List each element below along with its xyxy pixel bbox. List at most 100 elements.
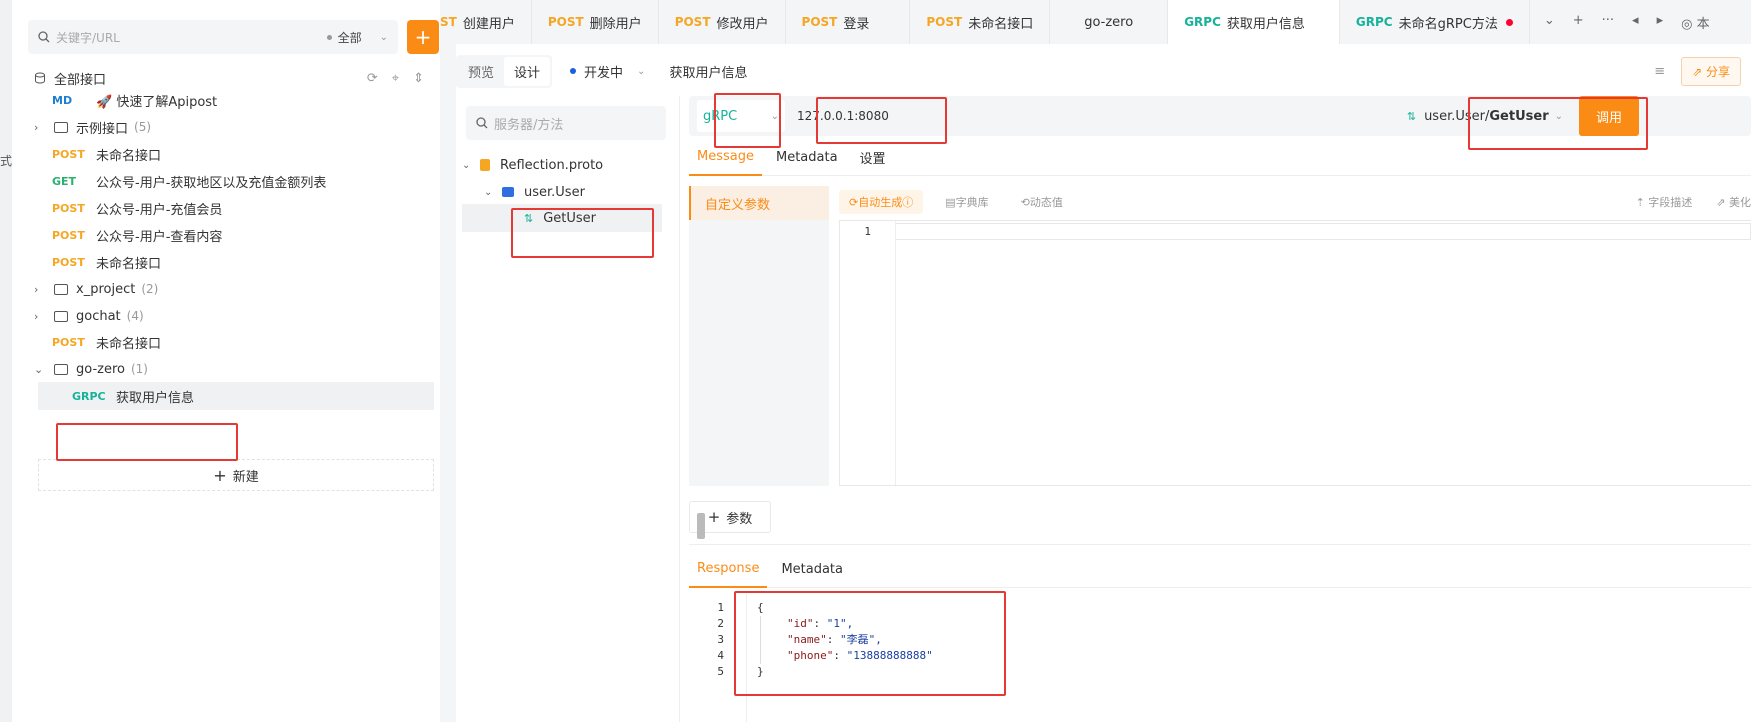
invoke-button[interactable]: 调用	[1579, 96, 1639, 136]
field-desc-button[interactable]: ⇡ 字段描述	[1636, 194, 1693, 210]
json-value: "1",	[826, 617, 854, 630]
scope-label: 全部	[337, 30, 362, 45]
tree-item[interactable]: POST 未命名接口	[52, 248, 466, 276]
tree-actions: ⟳ ⌖ ⇕	[367, 71, 430, 86]
method-badge: GRPC	[72, 389, 106, 403]
tree-item-grpc-selected[interactable]: GRPC 获取用户信息	[38, 382, 434, 410]
tree-item-md[interactable]: MD 🚀 快速了解Apipost	[52, 86, 466, 114]
search-icon	[476, 117, 488, 129]
tree-item-label: 公众号-用户-查看内容	[96, 229, 223, 245]
add-button[interactable]: +	[407, 20, 439, 54]
json-line: "name": "李磊",	[760, 632, 933, 648]
folder-icon	[54, 121, 68, 133]
tab[interactable]: POST 未命名接口	[910, 0, 1051, 44]
new-item-button[interactable]: + 新建	[38, 459, 434, 491]
tab-next-icon[interactable]: ▸	[1657, 13, 1664, 32]
tree-item[interactable]: POST 未命名接口	[52, 328, 466, 356]
status-select[interactable]: 开发中 ⌄	[570, 62, 645, 81]
editor-gutter: 1	[840, 221, 896, 485]
status-label: 开发中	[584, 65, 624, 81]
tab-method: ST	[440, 15, 457, 29]
new-label: 新建	[232, 469, 259, 485]
tree-item-label: 🚀 快速了解Apipost	[96, 94, 218, 110]
custom-param-tab[interactable]: 自定义参数	[689, 186, 829, 220]
proto-panel: 服务器/方法 ⌄ Reflection.proto ⌄ user.User ⇅ …	[456, 96, 680, 722]
method-badge: GET	[52, 174, 77, 188]
env-select[interactable]: ◎ 本	[1681, 13, 1709, 32]
tab[interactable]: GRPC 未命名gRPC方法	[1340, 0, 1530, 44]
chevron-right-icon: ›	[34, 120, 39, 134]
response-body[interactable]: 1 2 3 4 5 { "id": "1", "name": "李磊", "ph…	[689, 594, 1751, 722]
locate-icon[interactable]: ⌖	[392, 71, 399, 86]
tree-folder[interactable]: › 示例接口 (5)	[28, 113, 442, 141]
tab-settings[interactable]: 设置	[852, 140, 894, 176]
proto-service[interactable]: ⌄ user.User	[484, 179, 585, 205]
tab-label: 登录	[843, 16, 870, 32]
dictionary-label: 字典库	[955, 196, 989, 209]
collapse-icon[interactable]: ⇕	[413, 71, 424, 86]
tab-tools: ⌄ + ··· ◂ ▸ ◎ 本	[1530, 13, 1710, 32]
scope-select[interactable]: 全部 ⌄	[326, 20, 388, 54]
proto-search-input[interactable]: 服务器/方法	[466, 106, 666, 140]
tab[interactable]: go-zero	[1050, 0, 1169, 44]
json-open-brace: {	[757, 601, 764, 614]
line-number: 2	[717, 617, 724, 630]
tab-response[interactable]: Response	[689, 552, 768, 588]
refresh-icon[interactable]: ⟳	[367, 71, 378, 86]
sidebar-search-input[interactable]: 关键字/URL 全部 ⌄	[28, 20, 398, 54]
method-select[interactable]: ⇅ user.User/ GetUser ⌄	[1383, 100, 1563, 132]
resize-handle[interactable]	[697, 513, 705, 539]
subbar-actions: ≡ ⇗ 分享	[1654, 56, 1751, 86]
proto-file-label: Reflection.proto	[500, 157, 604, 173]
method-badge: POST	[52, 147, 85, 161]
tabs-more-icon[interactable]: ⌄	[1544, 13, 1555, 32]
message-editor[interactable]: 1	[839, 220, 1751, 486]
proto-file[interactable]: ⌄ Reflection.proto	[462, 152, 603, 178]
tab-response-metadata[interactable]: Metadata	[773, 552, 851, 588]
json-key: "name"	[787, 633, 827, 646]
tab[interactable]: POST 登录	[786, 0, 911, 44]
editor-toolbar-right: ⇡ 字段描述 ⇗ 美化	[1636, 194, 1751, 210]
share-button[interactable]: ⇗ 分享	[1681, 56, 1741, 86]
tab-label: go-zero	[1084, 14, 1134, 30]
scope-dot-icon	[326, 34, 332, 40]
auto-generate-button[interactable]: ⟳ 自动生成 ⓘ	[839, 190, 924, 214]
edit-doc-icon[interactable]: ≡	[1654, 64, 1665, 79]
tabs-menu-icon[interactable]: ···	[1602, 13, 1614, 32]
tree-folder[interactable]: › x_project (2)	[28, 275, 442, 303]
tree-item[interactable]: POST 公众号-用户-充值会员	[52, 194, 466, 222]
tab-message[interactable]: Message	[689, 140, 762, 176]
search-placeholder: 关键字/URL	[56, 30, 120, 45]
folder-icon	[54, 310, 68, 322]
tree-item[interactable]: GET 公众号-用户-获取地区以及充值金额列表	[52, 167, 466, 195]
dictionary-button[interactable]: ▤ 字典库	[935, 190, 998, 214]
line-number: 3	[717, 633, 724, 646]
tab-active[interactable]: GRPC 获取用户信息	[1168, 0, 1340, 44]
tree-folder[interactable]: › gochat (4)	[28, 302, 442, 330]
request-name[interactable]: 获取用户信息	[669, 62, 747, 81]
protocol-select[interactable]: gRPC ⌄	[697, 100, 785, 132]
tab-prev-icon[interactable]: ◂	[1632, 13, 1639, 32]
tab[interactable]: ST 创建用户	[440, 0, 532, 44]
tab[interactable]: POST 修改用户	[659, 0, 786, 44]
dynamic-value-button[interactable]: ⟲ 动态值	[1011, 190, 1073, 214]
tab[interactable]: POST 删除用户	[532, 0, 659, 44]
add-param-label: 参数	[726, 511, 753, 527]
host-input[interactable]: 127.0.0.1:8080	[797, 100, 907, 132]
tree-item[interactable]: POST 公众号-用户-查看内容	[52, 221, 466, 249]
share-label: 分享	[1705, 64, 1730, 79]
design-tab[interactable]: 设计	[504, 56, 551, 86]
tree-item[interactable]: POST 未命名接口	[52, 140, 466, 168]
folder-open-icon	[54, 363, 68, 375]
tab-metadata[interactable]: Metadata	[768, 140, 846, 176]
json-close-brace: }	[757, 665, 764, 678]
chevron-down-icon: ⌄	[462, 159, 471, 171]
proto-method[interactable]: ⇅ GetUser	[462, 204, 662, 232]
beautify-button[interactable]: ⇗ 美化	[1716, 194, 1751, 210]
rpc-method-icon: ⇅	[1406, 109, 1417, 123]
tree-item-label: 公众号-用户-获取地区以及充值金额列表	[96, 175, 327, 191]
tree-folder-open[interactable]: ⌄ go-zero (1)	[28, 355, 442, 383]
chevron-right-icon: ›	[34, 282, 39, 296]
new-tab-icon[interactable]: +	[1573, 13, 1584, 32]
preview-tab[interactable]: 预览	[458, 57, 504, 86]
